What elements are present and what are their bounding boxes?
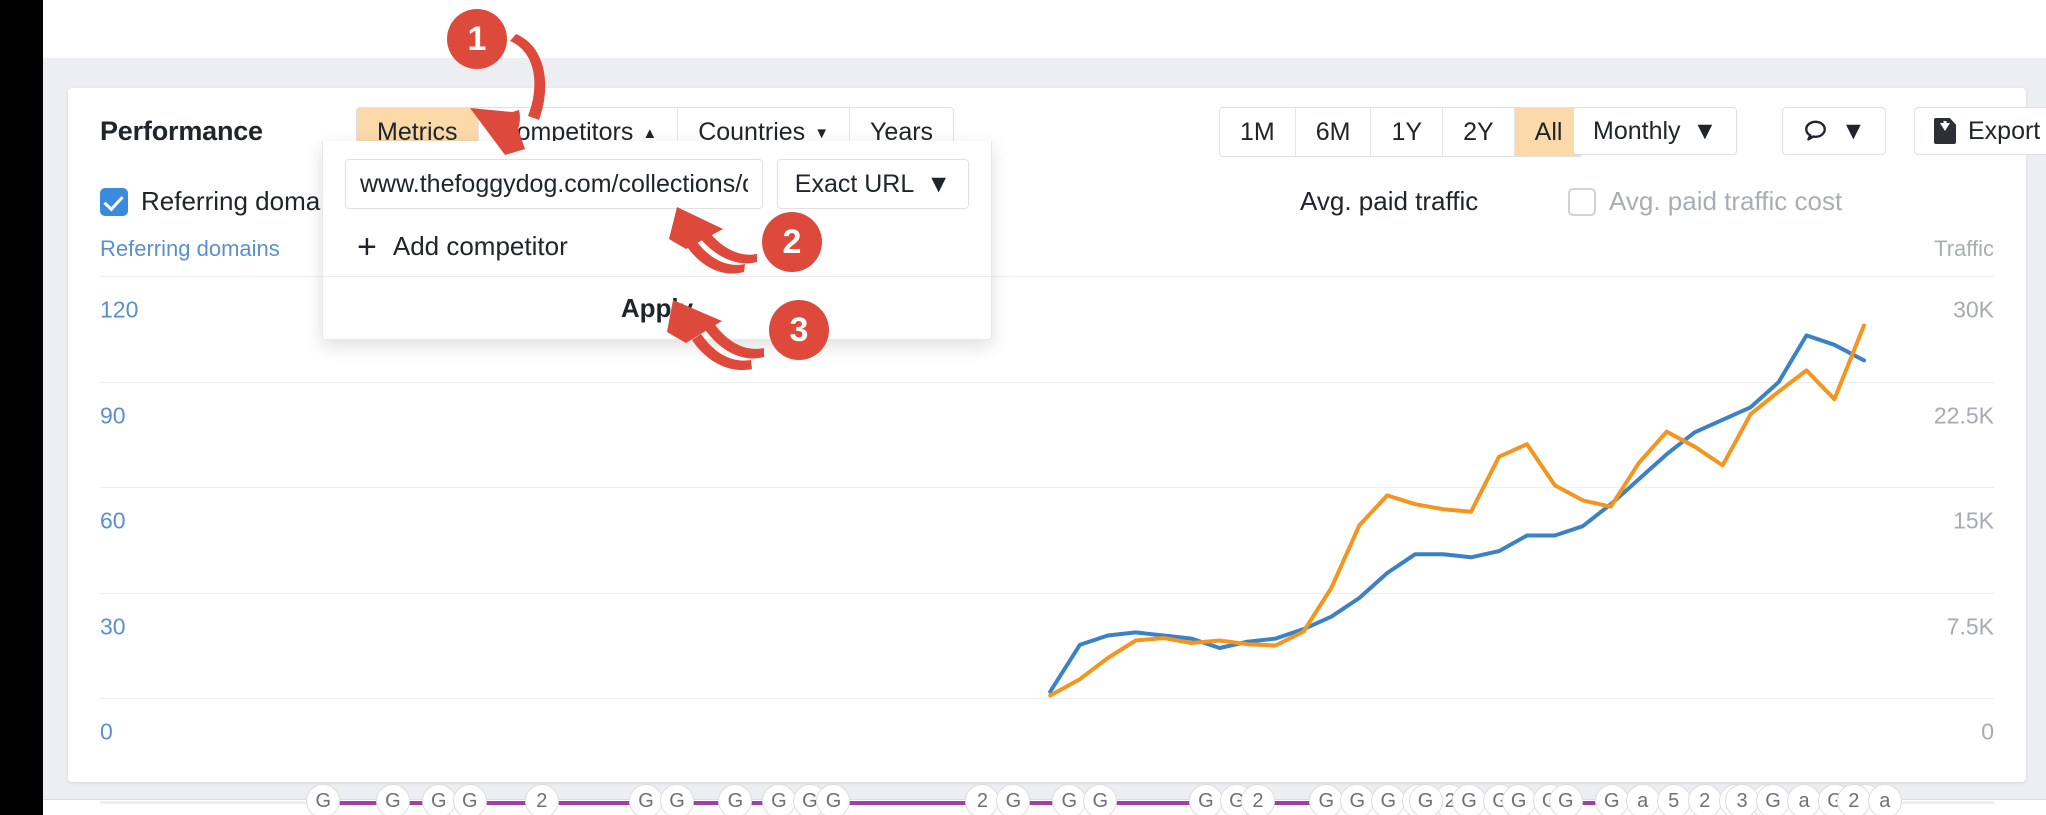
timeline-update-marker[interactable]: 2 xyxy=(1240,784,1275,815)
range-1y-label: 1Y xyxy=(1391,117,1423,146)
timeline-update-marker[interactable]: a xyxy=(1867,784,1902,815)
timeline-update-marker[interactable]: G xyxy=(718,784,753,815)
timeline-update-marker[interactable]: a xyxy=(1625,784,1660,815)
range-1m[interactable]: 1M xyxy=(1220,108,1296,156)
timeline-update-marker[interactable]: G xyxy=(1052,784,1087,815)
timeline-update-marker[interactable]: G xyxy=(629,784,664,815)
date-range-selector: 1M 6M 1Y 2Y All xyxy=(1219,107,1584,157)
chart-series-layer xyxy=(1048,323,1866,698)
chevron-down-icon: ▼ xyxy=(926,169,951,198)
right-axis-title: Traffic xyxy=(1934,236,1994,261)
metric-toggle-avg-paid-traffic-cost[interactable]: Avg. paid traffic cost xyxy=(1568,186,1842,217)
range-all-label: All xyxy=(1534,117,1563,146)
annotation-badge-2: 2 xyxy=(762,212,822,272)
annotations-dropdown[interactable]: ▼ xyxy=(1782,107,1886,155)
timeline-update-marker[interactable]: G xyxy=(306,784,341,815)
competitors-dropdown-footer: Apply xyxy=(323,276,991,339)
annotation-badge-1: 1 xyxy=(447,9,507,69)
match-type-label: Exact URL xyxy=(794,169,915,198)
plus-icon: + xyxy=(357,227,377,266)
apply-button[interactable]: Apply xyxy=(615,292,699,325)
competitors-dropdown-body: Exact URL ▼ + Add competitor xyxy=(323,141,991,276)
chevron-down-icon: ▼ xyxy=(814,124,830,142)
timeline-update-marker[interactable]: G xyxy=(1188,784,1223,815)
competitor-url-input[interactable] xyxy=(345,159,763,209)
range-6m[interactable]: 6M xyxy=(1295,108,1372,156)
timeline-update-marker[interactable]: G xyxy=(1451,784,1486,815)
timeline-update-marker[interactable]: G xyxy=(1340,784,1375,815)
range-2y-label: 2Y xyxy=(1463,117,1494,146)
timeline-update-marker[interactable]: G xyxy=(1083,784,1118,815)
timeline-update-marker[interactable]: G xyxy=(1548,784,1583,815)
timeline-update-marker[interactable]: a xyxy=(1787,784,1822,815)
timeline-update-marker[interactable]: 5 xyxy=(1656,784,1691,815)
export-button[interactable]: Export xyxy=(1914,107,2046,155)
timeline-update-marker[interactable]: G xyxy=(1501,784,1536,815)
range-6m-label: 6M xyxy=(1315,117,1351,146)
timeline-update-marker[interactable]: 2 xyxy=(1836,784,1871,815)
metric-toggle-avg-paid-traffic[interactable]: Avg. paid traffic xyxy=(1300,186,1478,217)
timeline-update-marker[interactable]: G xyxy=(761,784,796,815)
timeline-update-marker[interactable]: G xyxy=(1309,784,1344,815)
chart-line-traffic xyxy=(1048,323,1866,698)
range-1m-label: 1M xyxy=(1240,117,1275,146)
metric-toggle-referring-domains[interactable]: Referring domains xyxy=(100,186,353,217)
timeline-update-marker[interactable]: G xyxy=(1408,784,1443,815)
range-1y[interactable]: 1Y xyxy=(1371,108,1444,156)
annotation-badge-3: 3 xyxy=(769,300,829,360)
timeline-update-marker[interactable]: 2 xyxy=(965,784,1000,815)
chevron-down-icon: ▼ xyxy=(1692,116,1718,145)
match-type-dropdown[interactable]: Exact URL ▼ xyxy=(776,159,969,209)
add-competitor-label: Add competitor xyxy=(392,231,568,261)
timeline-update-marker[interactable]: G xyxy=(375,784,410,815)
timeline-update-marker[interactable]: G xyxy=(816,784,851,815)
google-update-timeline: GGGG2GGGGGG2GGGGG2GGGG2GGGGGGGa522a3GaG2… xyxy=(100,784,1994,815)
granularity-dropdown[interactable]: Monthly ▼ xyxy=(1573,107,1738,155)
timeline-update-marker[interactable]: G xyxy=(996,784,1031,815)
y-axis-right-tick: 0 xyxy=(1981,718,1994,745)
timeline-update-marker[interactable]: 2 xyxy=(1687,784,1722,815)
left-gutter xyxy=(0,0,43,815)
competitor-row: Exact URL ▼ xyxy=(345,159,969,209)
screenshot-root: Performance Metrics Competitors ▲ Countr… xyxy=(0,0,2046,815)
add-competitor-button[interactable]: + Add competitor xyxy=(357,227,568,266)
checkbox-checked-icon[interactable] xyxy=(100,187,128,216)
timeline-update-marker[interactable]: G xyxy=(1756,784,1791,815)
checkbox-unchecked-icon[interactable] xyxy=(1568,187,1596,216)
left-axis-title: Referring domains xyxy=(100,236,280,261)
metric-label-avg-paid-traffic: Avg. paid traffic xyxy=(1300,186,1479,216)
timeline-update-marker[interactable]: G xyxy=(452,784,487,815)
range-2y[interactable]: 2Y xyxy=(1443,108,1515,156)
metric-label-avg-paid-traffic-cost: Avg. paid traffic cost xyxy=(1609,186,1843,216)
timeline-update-marker[interactable]: 2 xyxy=(524,784,559,815)
chevron-down-icon: ▼ xyxy=(1841,116,1866,145)
timeline-update-marker[interactable]: G xyxy=(421,784,456,815)
granularity-label: Monthly xyxy=(1593,116,1681,145)
y-axis-left-tick: 0 xyxy=(100,718,113,745)
download-file-icon xyxy=(1934,118,1956,144)
chart-plot-area: 12030K9022.5K6015K307.5K00Nov 2015Jul 20… xyxy=(100,276,1994,745)
comment-icon xyxy=(1805,120,1826,141)
chevron-up-icon: ▲ xyxy=(642,124,658,142)
timeline-update-marker[interactable]: G xyxy=(1594,784,1629,815)
export-label: Export xyxy=(1968,116,2041,145)
timeline-update-marker[interactable]: G xyxy=(660,784,695,815)
timeline-update-marker[interactable]: 3 xyxy=(1725,784,1760,815)
competitors-dropdown-panel: Exact URL ▼ + Add competitor Apply xyxy=(322,141,992,340)
timeline-update-marker[interactable]: G xyxy=(1371,784,1406,815)
page-title: Performance xyxy=(100,116,263,146)
